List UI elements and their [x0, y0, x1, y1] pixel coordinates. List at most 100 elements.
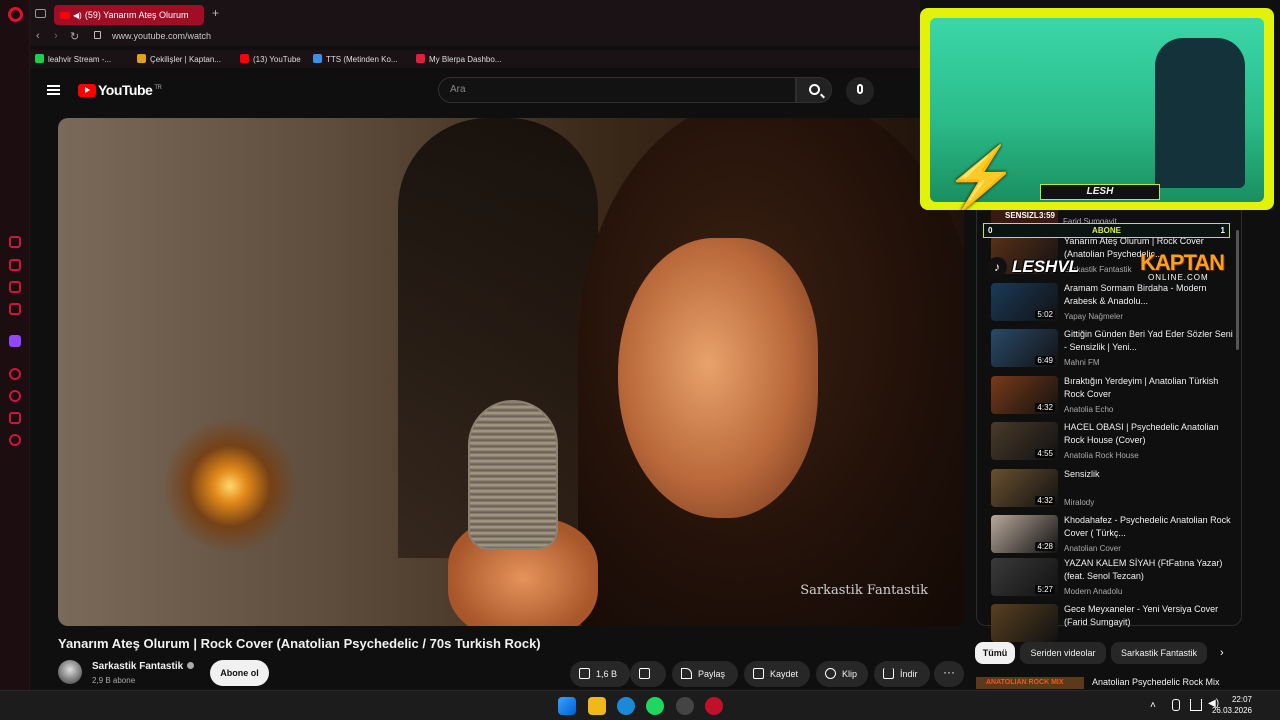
- chevron-right-icon[interactable]: ›: [1220, 647, 1224, 659]
- channel-avatar[interactable]: [58, 660, 82, 684]
- start-button-icon[interactable]: [558, 697, 576, 715]
- video-player[interactable]: Sarkastik Fantastik: [58, 118, 964, 626]
- video-singer-face: [618, 238, 818, 518]
- webcam-chair: [1155, 38, 1245, 188]
- recommendation-thumbnail[interactable]: 4:32: [991, 376, 1058, 414]
- microphone-icon: [857, 84, 863, 94]
- sidebar-icon-8[interactable]: [9, 412, 21, 424]
- history-icon[interactable]: [9, 390, 21, 402]
- sidebar-icon-3[interactable]: [9, 281, 21, 293]
- recommendation-item[interactable]: 5:27 YAZAN KALEM SİYAH (FtFatına Yazar) (…: [991, 558, 1241, 602]
- tab-youtube[interactable]: ◀) (59) Yanarım Ateş Olurum: [54, 5, 204, 25]
- bookmark-3[interactable]: TTS (Metinden Ko...: [313, 54, 398, 64]
- tiktok-icon: ♪: [987, 257, 1007, 277]
- sidebar-icon-6[interactable]: [9, 368, 21, 380]
- channel-name[interactable]: Sarkastik Fantastik: [92, 661, 195, 672]
- settings-icon[interactable]: [9, 434, 21, 446]
- tab-title: (59) Yanarım Ateş Olurum: [84, 10, 189, 20]
- recommendation-channel[interactable]: Anatolian Cover: [1064, 544, 1121, 553]
- recommendation-thumbnail[interactable]: 4:28: [991, 515, 1058, 553]
- bookmark-icon: [753, 668, 764, 679]
- edge-icon[interactable]: [617, 697, 635, 715]
- recommendation-item[interactable]: 4:28 Khodahafez - Psychedelic Anatolian R…: [991, 515, 1241, 559]
- recommendation-title[interactable]: Gece Meyxaneler - Yeni Versiya Cover (Fa…: [1064, 603, 1236, 629]
- reload-icon[interactable]: ↻: [70, 30, 79, 43]
- sidebar-icon-4[interactable]: [9, 303, 21, 315]
- speaker-icon[interactable]: ◀): [73, 11, 82, 20]
- thumbs-down-icon: [639, 668, 650, 679]
- search-input[interactable]: Ara: [438, 77, 796, 103]
- opera-icon[interactable]: [705, 697, 723, 715]
- recommendation-thumbnail[interactable]: 4:55: [991, 422, 1058, 460]
- recommendation-channel[interactable]: Miralody: [1064, 498, 1094, 507]
- dislike-button[interactable]: [630, 661, 666, 687]
- more-actions-button[interactable]: ···: [934, 661, 964, 687]
- recommendation-thumbnail[interactable]: 6:49: [991, 329, 1058, 367]
- obs-icon[interactable]: [676, 697, 694, 715]
- recommendation-item[interactable]: 4:32 Bıraktığın Yerdeyim | Anatolian Türk…: [991, 376, 1241, 420]
- bookmark-2[interactable]: (13) YouTube: [240, 54, 301, 64]
- search-icon: [809, 84, 820, 95]
- recommendation-thumbnail[interactable]: 4:32: [991, 469, 1058, 507]
- recommendation-thumbnail[interactable]: [991, 604, 1058, 642]
- recommendation-title[interactable]: HACEL OBASI | Psychedelic Anatolian Rock…: [1064, 421, 1236, 447]
- spotify-icon[interactable]: [646, 697, 664, 715]
- recommendation-thumbnail[interactable]: 5:27: [991, 558, 1058, 596]
- sidebar-icon-2[interactable]: [9, 259, 21, 271]
- share-button[interactable]: Paylaş: [672, 661, 738, 687]
- kaptan-logo: KAPTAN ONLINE.COM: [1140, 250, 1225, 282]
- clip-button[interactable]: Klip: [816, 661, 868, 687]
- hamburger-menu-icon[interactable]: [47, 85, 60, 95]
- opera-logo-icon[interactable]: [8, 7, 23, 22]
- youtube-favicon-icon: [60, 12, 70, 19]
- save-button[interactable]: Kaydet: [744, 661, 810, 687]
- bookmark-4[interactable]: My Blerpa Dashbo...: [416, 54, 501, 64]
- recommendation-item[interactable]: 6:49 Gittiğin Günden Beri Yad Eder Sözler…: [991, 329, 1241, 373]
- kaptan-icon: [137, 54, 146, 63]
- youtube-logo[interactable]: YouTube TR: [78, 82, 162, 98]
- download-button[interactable]: İndir: [874, 661, 930, 687]
- recommendation-channel[interactable]: Anatolia Rock House: [1064, 451, 1139, 460]
- voice-search-button[interactable]: [846, 77, 874, 105]
- recommendation-title[interactable]: Bıraktığın Yerdeyim | Anatolian Türkish …: [1064, 375, 1236, 401]
- bottom-recommendation[interactable]: ANATOLIAN ROCK MIX Anatolian Psychedelic…: [976, 676, 1242, 690]
- recommendation-thumbnail[interactable]: 5:02: [991, 283, 1058, 321]
- like-button[interactable]: 1,6 B: [570, 661, 630, 687]
- recommendation-channel[interactable]: Yapay Nağmeler: [1064, 312, 1123, 321]
- recommendation-channel[interactable]: Modern Anadolu: [1064, 587, 1122, 596]
- url-field[interactable]: www.youtube.com/watch: [112, 31, 211, 41]
- twitch-icon[interactable]: [9, 335, 21, 347]
- back-icon[interactable]: ‹: [36, 30, 40, 42]
- recommendation-item[interactable]: 4:32 Sensizlik Miralody: [991, 469, 1241, 513]
- address-bar: ‹ › ↻ www.youtube.com/watch: [30, 28, 920, 46]
- recommendation-item[interactable]: 5:02 Aramam Sormam Birdaha - Modern Arabe…: [991, 283, 1241, 327]
- bookmark-1[interactable]: Çekilişler | Kaptan...: [137, 54, 221, 64]
- tray-mic-icon[interactable]: [1172, 699, 1180, 711]
- search-button[interactable]: [796, 77, 832, 103]
- sidebar-icon-1[interactable]: [9, 236, 21, 248]
- bookmark-0[interactable]: leahvir Stream -...: [35, 54, 111, 64]
- bottom-rec-title: Anatolian Psychedelic Rock Mix: [1092, 677, 1220, 687]
- chip-series[interactable]: Seriden videolar: [1020, 642, 1106, 664]
- recommendation-title[interactable]: Sensizlik: [1064, 468, 1236, 481]
- forward-icon[interactable]: ›: [54, 30, 58, 42]
- subscribe-button[interactable]: Abone ol: [210, 660, 269, 686]
- recommendations-scrollbar[interactable]: [1236, 230, 1239, 350]
- lock-icon[interactable]: [94, 31, 101, 39]
- clock[interactable]: 22:07 26.03.2026: [1212, 694, 1252, 716]
- chip-channel[interactable]: Sarkastik Fantastik: [1111, 642, 1207, 664]
- recommendation-channel[interactable]: Mahni FM: [1064, 358, 1100, 367]
- recommendation-title[interactable]: Gittiğin Günden Beri Yad Eder Sözler Sen…: [1064, 328, 1236, 354]
- recommendation-title[interactable]: Khodahafez - Psychedelic Anatolian Rock …: [1064, 514, 1236, 540]
- recommendation-item[interactable]: 4:55 HACEL OBASI | Psychedelic Anatolian …: [991, 422, 1241, 466]
- chip-all[interactable]: Tümü: [975, 642, 1015, 664]
- webcam-overlay: ⚡ LESH: [920, 8, 1274, 210]
- recommendation-title[interactable]: YAZAN KALEM SİYAH (FtFatına Yazar) (feat…: [1064, 557, 1236, 583]
- recommendation-channel[interactable]: Anatolia Echo: [1064, 405, 1113, 414]
- windows-taskbar: ˄ ◀) 22:07 26.03.2026: [0, 690, 1280, 720]
- tab-overview-icon[interactable]: [35, 9, 46, 18]
- new-tab-button[interactable]: +: [212, 6, 219, 20]
- chevron-up-icon[interactable]: ˄: [1150, 700, 1156, 711]
- network-icon[interactable]: [1190, 699, 1202, 711]
- file-explorer-icon[interactable]: [588, 697, 606, 715]
